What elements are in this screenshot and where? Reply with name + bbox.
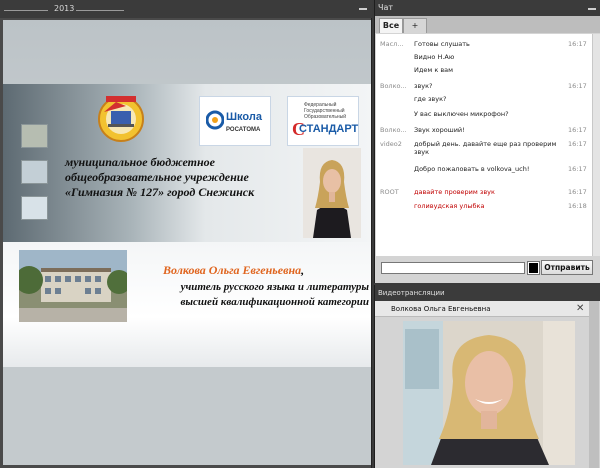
video-scrollbar[interactable] — [589, 301, 599, 468]
presentation-year: 2013 — [54, 4, 75, 13]
video-stream-header: Волкова Ольга Евгеньевна ✕ — [375, 301, 589, 317]
rosatom-logo-subtitle: РОСАТОМА — [226, 127, 261, 133]
chat-message-text: Готовы слушать — [414, 40, 470, 48]
chat-message-text: звук? — [414, 82, 433, 90]
presentation-titlebar: 2013 — [0, 0, 372, 18]
presentation-panel: 2013 Школа РОСАТОМА C Федеральный Госуда… — [0, 0, 372, 468]
chat-message-sender: video2 — [380, 140, 402, 148]
video-panel: Видеотрансляции Волкова Ольга Евгеньевна… — [374, 285, 600, 468]
chat-message-time: 16:17 — [568, 140, 587, 148]
minimize-icon[interactable] — [588, 3, 596, 11]
video-stream-feed — [403, 321, 575, 465]
chat-message-text: Видно Н.Аю — [414, 53, 455, 61]
chat-title: Чат — [378, 3, 394, 12]
school-emblem-logo — [98, 96, 144, 142]
slide-footer-band — [3, 367, 371, 465]
chat-tab-strip: Все + — [375, 16, 600, 33]
decor-square — [21, 124, 48, 148]
chat-message-text: давайте проверим звук — [414, 188, 495, 196]
text-color-picker[interactable] — [527, 261, 540, 275]
teacher-title: учитель русского языка и литературы высш… — [180, 281, 369, 308]
chat-message-sender: Масл... — [380, 40, 404, 48]
title-divider — [76, 10, 124, 11]
fgos-standard-logo: C Федеральный Государственный Образовате… — [287, 96, 359, 146]
tab-all[interactable]: Все — [379, 18, 403, 33]
chat-message-text: У вас выключен микрофон? — [414, 110, 509, 118]
rosatom-symbol-icon — [206, 110, 224, 130]
decor-square — [21, 160, 48, 184]
standard-logo-caption: Федеральный Государственный Образователь… — [304, 102, 347, 120]
chat-titlebar: Чат — [375, 0, 600, 16]
chat-message-sender: Волко... — [380, 82, 407, 90]
chat-message-sender: Волко... — [380, 126, 407, 134]
school-name: муниципальное бюджетное общеобразователь… — [65, 155, 255, 199]
teacher-portrait-photo — [303, 148, 361, 238]
rosatom-school-logo: Школа РОСАТОМА — [199, 96, 271, 146]
title-divider — [4, 10, 48, 11]
teacher-name: Волкова Ольга Евгеньевна, — [163, 263, 304, 278]
minimize-icon[interactable] — [359, 3, 367, 11]
chat-message-text: добрый день. давайте еще раз проверим зв… — [414, 140, 557, 156]
chat-message-sender: ROOT — [380, 188, 399, 196]
video-stream-name: Волкова Ольга Евгеньевна — [391, 305, 491, 313]
send-button[interactable]: Отправить — [541, 260, 593, 275]
app-window: 2013 Школа РОСАТОМА C Федеральный Госуда… — [0, 0, 600, 468]
presentation-slide: Школа РОСАТОМА C Федеральный Государстве… — [3, 20, 371, 465]
teacher-name-comma: , — [301, 263, 305, 277]
chat-message-text: Добро пожаловать в volkova_uch! — [414, 165, 530, 173]
decor-square — [21, 196, 48, 220]
chat-message-input[interactable] — [381, 262, 525, 274]
teacher-name-text: Волкова Ольга Евгеньевна — [163, 263, 302, 277]
chat-message-time: 16:17 — [568, 165, 587, 173]
standard-logo-title: СТАНДАРТ — [299, 123, 359, 135]
chat-message-log: Масл... Готовы слушать 16:17 Видно Н.Аю Идем… — [376, 34, 592, 256]
chat-message-time: 16:18 — [568, 202, 587, 210]
chat-scrollbar[interactable] — [592, 34, 600, 256]
chat-message-time: 16:17 — [568, 40, 587, 48]
chat-message-time: 16:17 — [568, 188, 587, 196]
video-panel-title: Видеотрансляции — [378, 289, 445, 297]
chat-message-text: Звук хороший! — [414, 126, 465, 134]
rosatom-logo-title: Школа — [226, 111, 262, 123]
close-icon[interactable]: ✕ — [576, 303, 584, 314]
chat-message-text: где звук? — [414, 95, 447, 103]
video-titlebar: Видеотрансляции — [375, 285, 600, 301]
add-tab-button[interactable]: + — [403, 18, 427, 33]
chat-panel: Чат Все + Масл... Готовы слушать 16:17 Видн… — [374, 0, 600, 283]
chat-message-time: 16:17 — [568, 82, 587, 90]
chat-message-text: голивудская улыбка — [414, 202, 485, 210]
school-building-photo — [19, 250, 127, 322]
chat-message-text: Идем к вам — [414, 66, 454, 74]
chat-message-time: 16:17 — [568, 126, 587, 134]
